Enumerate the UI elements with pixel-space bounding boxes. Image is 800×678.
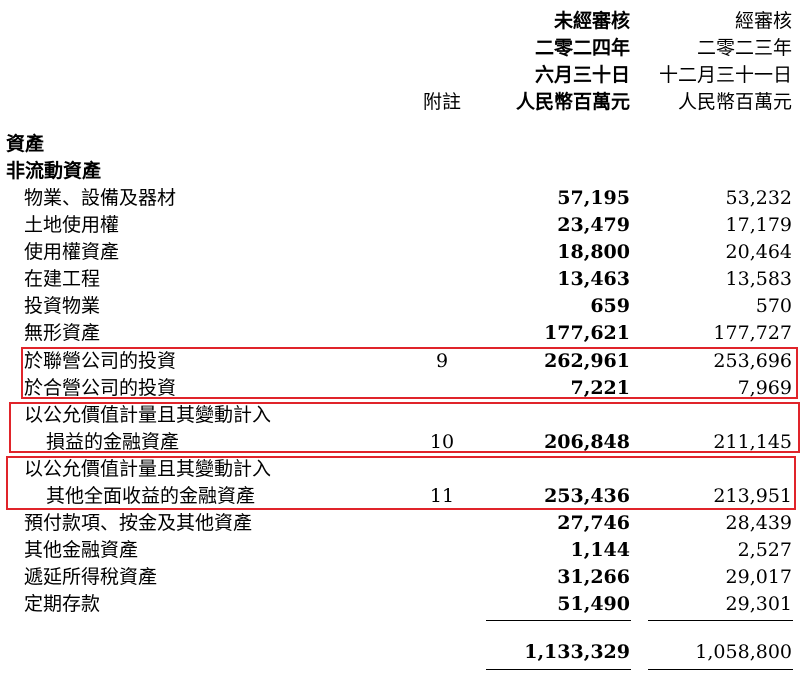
header-current-line2: 二零二四年 [534,37,630,59]
row-prior: 570 [755,295,792,317]
row-prior: 13,583 [725,268,792,290]
row-prior: 20,464 [725,241,792,263]
row-label: 定期存款 [24,593,101,615]
highlight-box-fvtpl [9,402,800,453]
row-current: 13,463 [557,268,630,290]
row-label: 使用權資產 [24,241,120,263]
row-current: 23,479 [557,214,630,236]
row-current: 18,800 [557,241,630,263]
row-prior: 29,017 [725,566,792,588]
row-prior: 2,527 [737,539,792,561]
row-prior: 53,232 [725,187,792,209]
header-note: 附註 [422,91,461,113]
total-rule-current [486,669,631,670]
subtotal-rule-current [486,620,631,621]
row-prior: 28,439 [725,512,792,534]
header-current-line1: 未經審核 [553,10,630,32]
header-prior-line1: 經審核 [734,10,792,32]
subtotal-rule-prior [648,620,793,621]
section-non-current: 非流動資產 [6,160,102,182]
total-prior: 1,058,800 [695,641,792,663]
row-current: 659 [590,295,630,317]
row-current: 31,266 [557,566,630,588]
row-label: 在建工程 [24,268,101,290]
row-label: 投資物業 [24,295,101,317]
header-prior-line4: 人民幣百萬元 [677,91,792,113]
row-current: 1,144 [570,539,631,561]
total-rule-prior [648,669,793,670]
row-label: 預付款項、按金及其他資產 [24,512,253,534]
row-current: 51,490 [557,593,630,615]
header-prior-line2: 二零二三年 [696,37,792,59]
header-prior-line3: 十二月三十一日 [658,64,792,86]
row-label: 土地使用權 [24,214,120,236]
row-prior: 29,301 [725,593,792,615]
row-label: 物業、設備及器材 [24,187,177,209]
header-current-line4: 人民幣百萬元 [515,91,630,113]
row-label: 其他金融資產 [24,539,139,561]
row-label: 遞延所得稅資產 [24,566,158,588]
row-current: 177,621 [544,322,630,344]
highlight-box-fvoci [6,456,796,510]
section-assets: 資產 [6,133,45,155]
highlight-box-investments [21,347,798,399]
row-current: 57,195 [557,187,630,209]
row-label: 無形資產 [24,322,101,344]
row-prior: 17,179 [725,214,792,236]
header-current-line3: 六月三十日 [534,64,630,86]
total-current: 1,133,329 [524,641,630,663]
row-current: 27,746 [557,512,630,534]
row-prior: 177,727 [713,322,792,344]
